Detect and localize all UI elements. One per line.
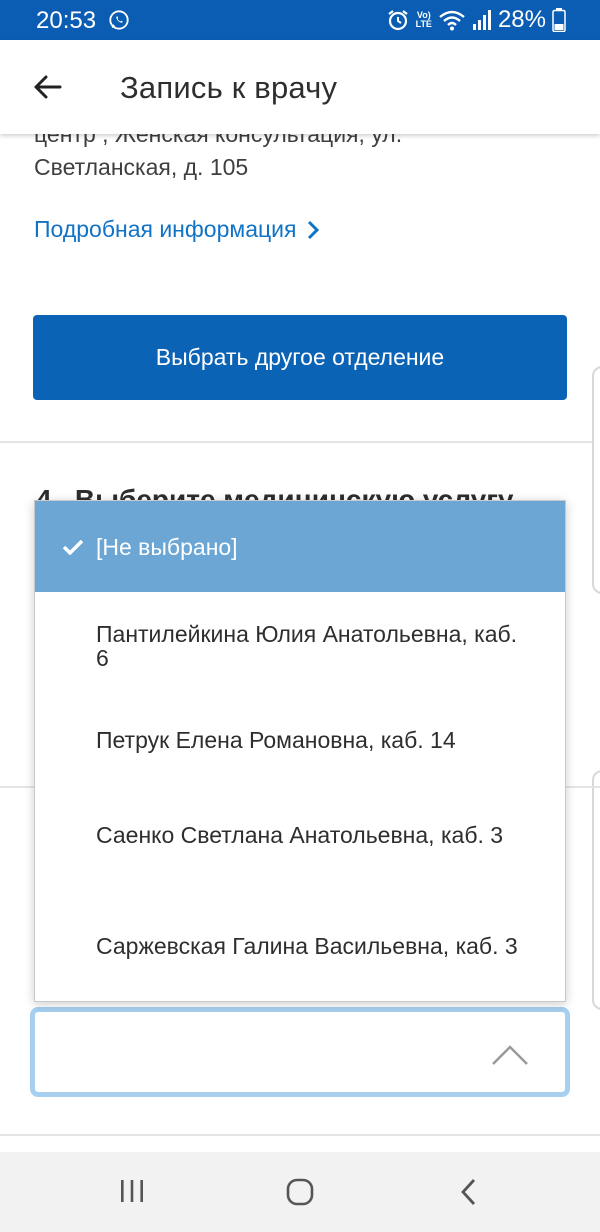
system-nav-bar	[0, 1152, 600, 1232]
back-icon[interactable]	[458, 1178, 478, 1206]
wifi-icon	[439, 10, 465, 31]
change-department-button[interactable]: Выбрать другое отделение	[33, 315, 567, 400]
check-icon	[62, 539, 84, 555]
side-card-edge	[592, 770, 600, 1010]
recents-icon[interactable]	[118, 1178, 146, 1204]
status-bar: 20:53 Vo) LTE 28%	[0, 0, 600, 40]
dropdown-option-not-selected[interactable]: [Не выбрано]	[35, 501, 565, 592]
dropdown-option[interactable]: Саенко Светлана Анатольевна, каб. 3	[35, 781, 565, 889]
alarm-icon	[387, 10, 408, 31]
home-icon[interactable]	[286, 1178, 314, 1206]
volte-icon: Vo) LTE	[415, 10, 432, 29]
chevron-right-icon	[308, 220, 320, 239]
arrow-left-icon[interactable]	[30, 70, 64, 104]
status-time: 20:53	[36, 7, 97, 34]
battery-icon	[552, 8, 566, 32]
divider	[0, 1134, 600, 1136]
dropdown-option[interactable]: Саржевская Галина Васильевна, каб. 3	[35, 889, 565, 1003]
service-select[interactable]	[30, 1007, 570, 1097]
dropdown-option[interactable]: Пантилейкина Юлия Анатольевна, каб. 6	[35, 592, 565, 699]
page-title: Запись к врачу	[120, 70, 338, 105]
divider	[0, 441, 600, 443]
dropdown-list: [Не выбрано] Пантилейкина Юлия Анатольев…	[34, 500, 566, 1002]
dropdown-option[interactable]: Петрук Елена Романовна, каб. 14	[35, 699, 565, 781]
battery-percent: 28%	[497, 6, 546, 33]
more-info-link[interactable]: Подробная информация	[34, 216, 320, 243]
chevron-up-icon	[492, 1045, 528, 1065]
status-icons: Vo) LTE 28%	[386, 6, 566, 34]
side-card-edge	[592, 366, 600, 594]
whatsapp-icon	[109, 10, 129, 30]
signal-icon	[472, 10, 491, 30]
app-bar: Запись к врачу	[0, 40, 600, 134]
